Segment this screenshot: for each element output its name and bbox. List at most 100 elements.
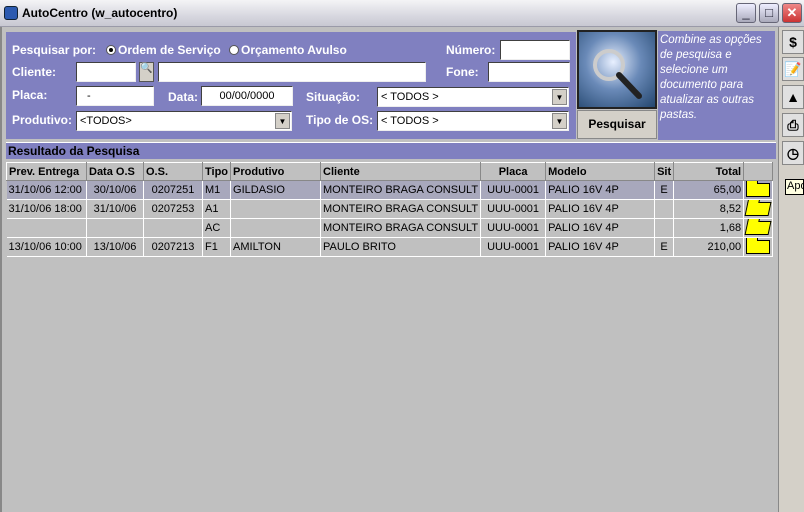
col-total[interactable]: Total (673, 162, 745, 181)
col-sit[interactable]: Sit (654, 162, 675, 181)
data-input[interactable]: 00/00/0000 (201, 86, 293, 106)
col-tipo[interactable]: Tipo (201, 162, 232, 181)
close-button[interactable]: ✕ (782, 3, 802, 23)
cell-data: 30/10/06 (86, 180, 144, 200)
produtivo-select[interactable]: <TODOS> ▼ (76, 111, 292, 131)
magnifier-icon (593, 49, 642, 99)
folder-open-icon[interactable] (744, 202, 772, 216)
cell-produtivo: AMILTON (230, 237, 322, 257)
tipo-os-label: Tipo de OS: (306, 113, 374, 127)
cell-data: 31/10/06 (86, 199, 144, 219)
tipo-os-value: < TODOS > (381, 115, 439, 127)
data-label: Data: (168, 90, 199, 104)
cell-os: 0207253 (143, 199, 203, 219)
cell-total: 8,52 (673, 199, 745, 219)
cell-folder[interactable] (743, 218, 774, 238)
cell-prev (6, 218, 87, 238)
cell-data: 13/10/06 (86, 237, 144, 257)
folder-open-icon[interactable] (744, 221, 772, 235)
cell-total: 210,00 (673, 237, 745, 257)
radio-label: Orçamento Avulso (241, 43, 347, 57)
col-cliente[interactable]: Cliente (320, 162, 482, 181)
cell-sit: E (654, 180, 675, 200)
radio-label: Ordem de Serviço (118, 43, 221, 57)
magnifier-image-button[interactable] (577, 30, 657, 109)
dollar-icon[interactable]: $ (782, 30, 804, 54)
col-prev-entrega[interactable]: Prev. Entrega (6, 162, 87, 181)
col-modelo[interactable]: Modelo (545, 162, 656, 181)
col-folder (743, 162, 774, 181)
radio-orcamento-avulso[interactable]: Orçamento Avulso (229, 43, 347, 57)
pesquisar-button[interactable]: Pesquisar (577, 110, 657, 139)
cell-os (143, 218, 203, 238)
folder-icon[interactable] (746, 180, 771, 197)
folder-icon[interactable] (746, 237, 771, 254)
chevron-down-icon[interactable]: ▼ (552, 113, 567, 129)
numero-input[interactable] (500, 40, 570, 60)
fone-label: Fone: (446, 65, 479, 79)
shapes-icon[interactable]: ▲ (782, 85, 804, 109)
help-text: Combine as opções de pesquisa e selecion… (658, 31, 775, 140)
placa-label: Placa: (12, 88, 48, 102)
situacao-value: < TODOS > (381, 91, 439, 103)
cell-folder[interactable] (743, 237, 774, 257)
col-data-os[interactable]: Data O.S (86, 162, 144, 181)
cliente-label: Cliente: (12, 65, 57, 79)
cell-sit (654, 199, 675, 219)
table-row[interactable]: 31/10/06 12:00 30/10/06 0207251 M1 GILDASIO M… (6, 180, 774, 200)
cell-tipo: F1 (202, 237, 232, 257)
cell-modelo: PALIO 16V 4P (545, 237, 656, 257)
cell-folder[interactable] (743, 180, 774, 200)
cell-placa: UUU-0001 (480, 180, 547, 200)
tipo-os-select[interactable]: < TODOS > ▼ (377, 111, 569, 131)
col-placa[interactable]: Placa (480, 162, 547, 181)
cell-placa: UUU-0001 (480, 237, 547, 257)
table-row[interactable]: AC MONTEIRO BRAGA CONSULT UUU-0001 PALIO 16… (6, 218, 774, 238)
radio-ordem-servico[interactable]: Ordem de Serviço (106, 43, 221, 57)
cell-prev: 31/10/06 12:00 (6, 180, 87, 200)
cliente-code-input[interactable] (76, 62, 136, 82)
cliente-name-input[interactable] (158, 62, 426, 82)
search-by-label: Pesquisar por: (12, 43, 97, 57)
cell-os: 0207213 (143, 237, 203, 257)
minimize-button[interactable]: _ (736, 3, 756, 23)
cell-total: 65,00 (673, 180, 745, 200)
cell-produtivo (230, 218, 322, 238)
cell-modelo: PALIO 16V 4P (545, 199, 656, 219)
table-row[interactable]: 31/10/06 18:00 31/10/06 0207253 A1 MONTEIRO … (6, 199, 774, 219)
cell-tipo: AC (202, 218, 232, 238)
chevron-down-icon[interactable]: ▼ (275, 113, 290, 129)
cell-cliente: MONTEIRO BRAGA CONSULT (320, 199, 482, 219)
radio-icon (106, 45, 116, 55)
placa-input[interactable]: - (76, 86, 154, 106)
cell-folder[interactable] (743, 199, 774, 219)
fone-input[interactable] (488, 62, 570, 82)
cell-sit: E (654, 237, 675, 257)
results-table: Prev. Entrega Data O.S O.S. Tipo Produti… (6, 162, 774, 257)
cell-total: 1,68 (673, 218, 745, 238)
search-panel: Pesquisar por: Ordem de Serviço Orçament… (6, 32, 576, 139)
clock-icon[interactable]: ◷ (782, 141, 804, 165)
maximize-button[interactable]: □ (759, 3, 779, 23)
table-row[interactable]: 13/10/06 10:00 13/10/06 0207213 F1 AMILTON PA… (6, 237, 774, 257)
cell-tipo: M1 (202, 180, 232, 200)
edit-icon[interactable]: 📝 (782, 57, 804, 81)
cell-os: 0207251 (143, 180, 203, 200)
cell-cliente: MONTEIRO BRAGA CONSULT (320, 218, 482, 238)
situacao-select[interactable]: < TODOS > ▼ (377, 87, 569, 107)
cell-produtivo (230, 199, 322, 219)
title-bar: AutoCentro (w_autocentro) _ □ ✕ (0, 0, 804, 27)
col-produtivo[interactable]: Produtivo (230, 162, 322, 181)
numero-label: Número: (446, 43, 496, 57)
produtivo-value: <TODOS> (80, 115, 132, 127)
cell-sit (654, 218, 675, 238)
printer-icon[interactable]: ⎙ (782, 113, 804, 137)
client-lookup-icon[interactable]: 🔍 (139, 62, 154, 82)
cell-tipo: A1 (202, 199, 232, 219)
cell-modelo: PALIO 16V 4P (545, 180, 656, 200)
chevron-down-icon[interactable]: ▼ (552, 89, 567, 105)
produtivo-label: Produtivo: (12, 113, 72, 127)
cell-placa: UUU-0001 (480, 218, 547, 238)
cell-cliente: PAULO BRITO (320, 237, 482, 257)
col-os[interactable]: O.S. (143, 162, 203, 181)
